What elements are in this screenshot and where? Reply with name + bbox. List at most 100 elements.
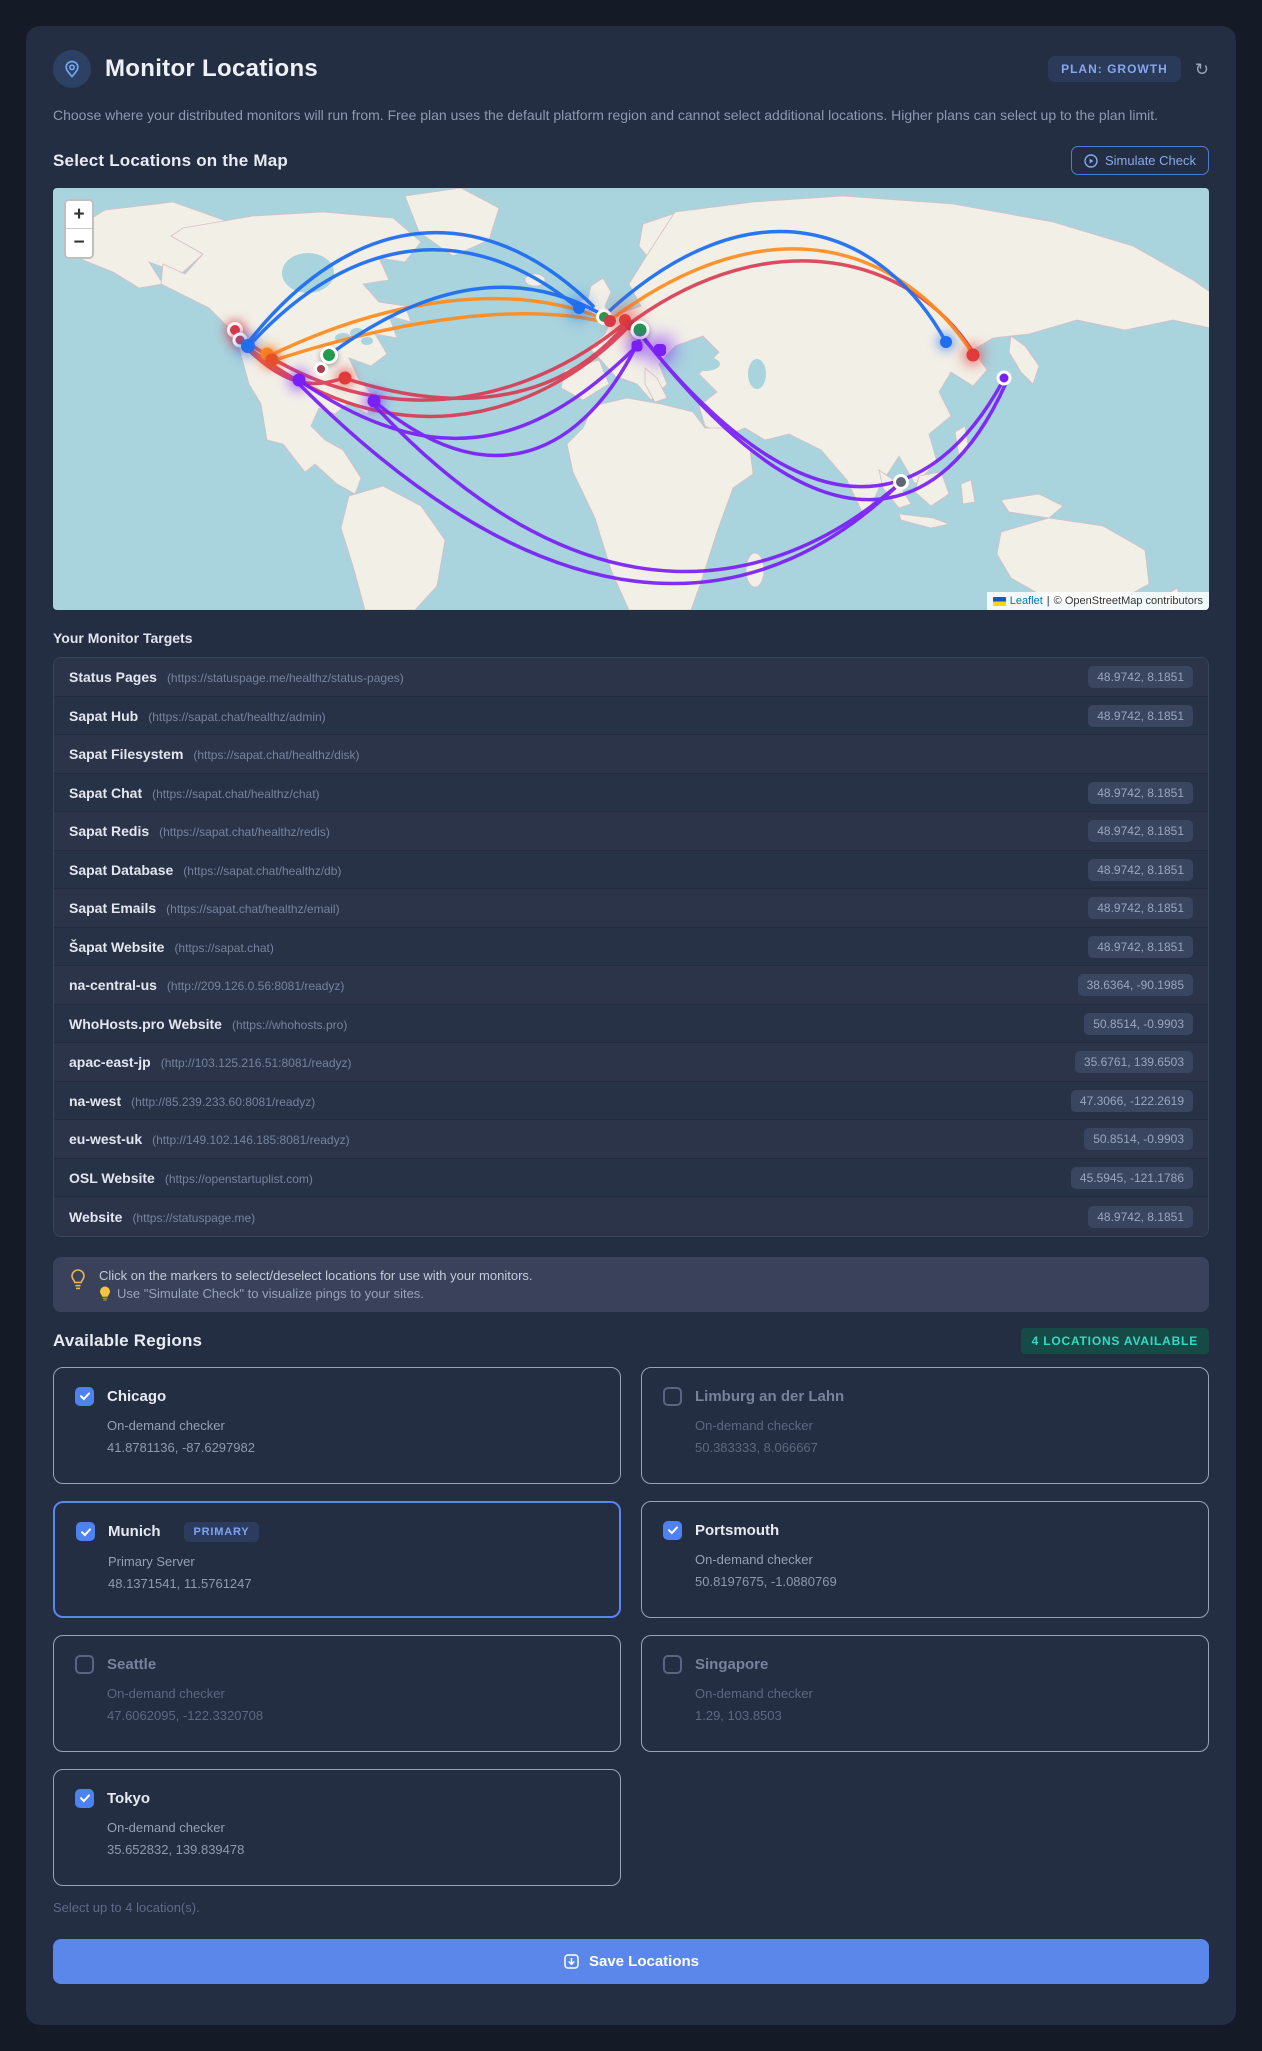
region-card-singapore[interactable]: Singapore On-demand checker 1.29, 103.85… [641, 1634, 1209, 1752]
target-row: eu-west-uk (http://149.102.146.185:8081/r… [54, 1120, 1208, 1159]
region-card-tokyo[interactable]: Tokyo On-demand checker 35.652832, 139.8… [53, 1768, 621, 1886]
simulate-check-button[interactable]: Simulate Check [1070, 146, 1209, 176]
map-marker-uk-blue[interactable] [573, 302, 585, 315]
target-url: (https://statuspage.me/healthz/status-pa… [166, 671, 404, 686]
region-card-portsmouth[interactable]: Portsmouth On-demand checker 50.8197675,… [641, 1500, 1209, 1618]
map-marker-china-blue[interactable] [940, 336, 952, 349]
region-type: On-demand checker [107, 1819, 225, 1835]
region-coords: 41.8781136, -87.6297982 [107, 1439, 255, 1455]
map-marker-singapore-gray[interactable] [893, 474, 909, 491]
target-coords-badge: 35.6761, 139.6503 [1074, 1051, 1193, 1074]
primary-badge: PRIMARY [183, 1521, 260, 1542]
region-coords: 50.8197675, -1.0880769 [695, 1573, 837, 1589]
lightbulb-icon [71, 1269, 85, 1290]
target-coords-badge: 50.8514, -0.9903 [1084, 1128, 1193, 1151]
plan-badge: PLAN: GROWTH [1048, 56, 1181, 82]
leaflet-link[interactable]: Leaflet [1010, 595, 1043, 607]
region-name: Seattle [107, 1655, 157, 1673]
map-marker-southwest-purple[interactable] [292, 373, 306, 387]
region-card-chicago[interactable]: Chicago On-demand checker 41.8781136, -8… [53, 1366, 621, 1484]
region-type: On-demand checker [107, 1685, 225, 1701]
region-type: On-demand checker [695, 1417, 813, 1433]
target-url: (https://sapat.chat/healthz/chat) [152, 786, 320, 801]
target-name: eu-west-uk [69, 1131, 143, 1148]
target-row: Šapat Website (https://sapat.chat) 48.9742… [54, 927, 1208, 967]
region-name: Chicago [107, 1387, 167, 1405]
map-marker-gulf-red[interactable] [338, 371, 352, 385]
target-row: Sapat Emails (https://sapat.chat/healthz/… [54, 889, 1208, 928]
target-url: (https://sapat.chat/healthz/email) [166, 902, 340, 917]
region-coords: 50.383333, 8.066667 [695, 1439, 818, 1455]
region-coords: 48.1371541, 11.5761247 [108, 1575, 252, 1591]
save-locations-button[interactable]: Save Locations [53, 1938, 1209, 1984]
play-circle-icon [1084, 154, 1098, 168]
target-row: Sapat Redis (https://sapat.chat/healthz/r… [54, 812, 1208, 851]
osm-attribution: © OpenStreetMap contributors [1053, 595, 1203, 608]
target-row: Sapat Hub (https://sapat.chat/healthz/adm… [54, 696, 1208, 736]
checkbox-unchecked[interactable] [75, 1654, 94, 1674]
target-name: Sapat Redis [69, 823, 150, 840]
target-row: apac-east-jp (http://103.125.216.51:8081/… [54, 1043, 1208, 1082]
region-coords: 35.652832, 139.839478 [107, 1841, 245, 1857]
map-section-title: Select Locations on the Map [53, 150, 288, 170]
zoom-out-button[interactable]: − [66, 229, 92, 258]
map-marker-balkan-purple[interactable] [654, 344, 666, 357]
target-row: na-central-us (http://209.126.0.56:8081/r… [54, 966, 1208, 1005]
target-coords-badge: 47.3066, -122.2619 [1070, 1089, 1193, 1112]
region-type: On-demand checker [695, 1685, 813, 1701]
region-name: Portsmouth [695, 1521, 780, 1539]
refresh-icon[interactable]: ↻ [1195, 61, 1209, 78]
target-name: Sapat Emails [69, 900, 157, 917]
target-name: na-central-us [69, 977, 157, 994]
target-row: Sapat Database (https://sapat.chat/health… [54, 850, 1208, 890]
map-marker-munich-green[interactable] [630, 320, 650, 340]
map-marker-seattle-blue[interactable] [241, 339, 255, 354]
map-marker-portsmouth-red[interactable] [604, 315, 616, 328]
target-coords-badge: 48.9742, 8.1851 [1088, 935, 1193, 958]
selection-hint: Select up to 4 location(s). [53, 1899, 200, 1915]
region-name: Limburg an der Lahn [695, 1387, 845, 1405]
map-marker-oregon-orange[interactable] [265, 353, 279, 367]
map-marker-tokyo-purple[interactable] [996, 370, 1012, 386]
map-marker-stlouis-red[interactable] [314, 362, 328, 377]
page-description: Choose where your distributed monitors w… [53, 107, 1159, 123]
map-marker-munich-purple[interactable] [631, 340, 643, 352]
target-name: Sapat Database [69, 861, 174, 878]
tip-line-1: Click on the markers to select/deselect … [99, 1267, 533, 1283]
region-card-munich[interactable]: Munich PRIMARY Primary Server 48.1371541… [53, 1500, 621, 1618]
target-url: (https://whohosts.pro) [231, 1017, 348, 1032]
checkbox-unchecked[interactable] [663, 1386, 682, 1406]
monitor-targets-list: Status Pages (https://statuspage.me/healt… [53, 657, 1209, 1237]
region-type: On-demand checker [107, 1417, 225, 1433]
header: Monitor Locations PLAN: GROWTH ↻ [53, 50, 1209, 88]
zoom-in-button[interactable]: + [66, 201, 92, 230]
world-map[interactable]: + − Leaflet | © OpenStreetMap contributo… [53, 188, 1209, 611]
target-row: Website (https://statuspage.me) 48.9742, 8… [54, 1197, 1208, 1236]
location-pin-icon [53, 50, 91, 88]
target-coords-badge: 48.9742, 8.1851 [1088, 820, 1193, 843]
target-row: Sapat Chat (https://sapat.chat/healthz/ch… [54, 773, 1208, 813]
checkbox-checked[interactable] [663, 1520, 682, 1540]
checkbox-checked[interactable] [76, 1522, 95, 1542]
checkbox-checked[interactable] [75, 1386, 94, 1406]
checkbox-unchecked[interactable] [663, 1654, 682, 1674]
map-marker-korea-red[interactable] [966, 348, 980, 362]
target-url: (https://sapat.chat/healthz/admin) [148, 709, 326, 724]
region-coords: 47.6062095, -122.3320708 [107, 1707, 264, 1723]
ukraine-flag-icon [992, 596, 1006, 606]
locations-available-badge: 4 LOCATIONS AVAILABLE [1020, 1327, 1209, 1354]
map-ping-arcs-layer [234, 230, 1008, 586]
checkbox-checked[interactable] [75, 1788, 94, 1808]
target-url: (https://openstartuplist.com) [164, 1171, 313, 1186]
map-zoom-control: + − [64, 199, 94, 260]
region-card-limburg[interactable]: Limburg an der Lahn On-demand checker 50… [641, 1366, 1209, 1484]
region-card-seattle[interactable]: Seattle On-demand checker 47.6062095, -1… [53, 1634, 621, 1752]
target-name: WhoHosts.pro Website [69, 1015, 222, 1032]
region-name: Singapore [695, 1655, 769, 1673]
map-marker-texas-purple[interactable] [367, 394, 381, 408]
target-url: (http://209.126.0.56:8081/readyz) [166, 979, 345, 994]
target-url: (https://sapat.chat/healthz/disk) [193, 748, 360, 763]
target-coords-badge: 48.9742, 8.1851 [1088, 704, 1193, 727]
target-url: (https://sapat.chat/healthz/db) [183, 863, 342, 878]
target-name: na-west [69, 1092, 122, 1109]
